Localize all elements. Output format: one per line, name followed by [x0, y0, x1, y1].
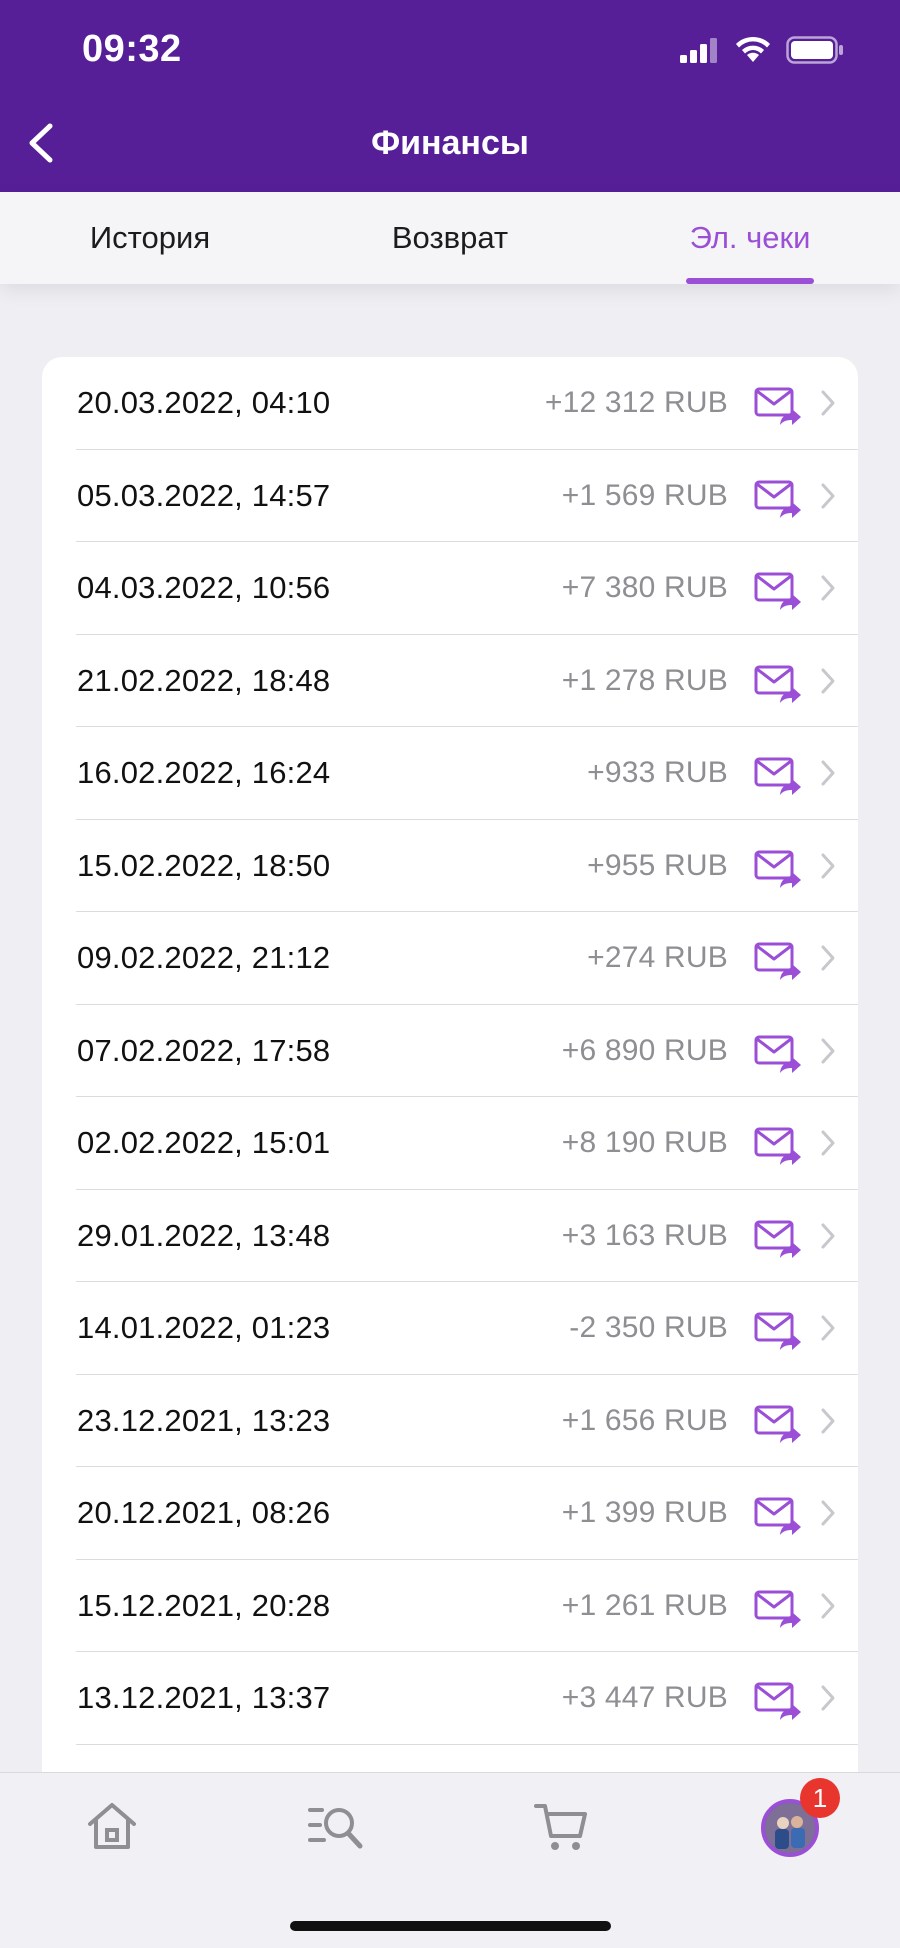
- tab-history[interactable]: История: [50, 192, 250, 284]
- receipt-row[interactable]: 20.12.2021, 08:26 +1 399 RUB: [42, 1467, 858, 1560]
- chevron-right-icon: [821, 1223, 835, 1248]
- receipt-date: 14.01.2022, 01:23: [77, 1310, 331, 1346]
- battery-icon: [786, 36, 843, 64]
- chevron-right-icon: [821, 483, 835, 508]
- chevron-right-icon: [821, 853, 835, 878]
- receipt-row[interactable]: 20.03.2022, 04:10 +12 312 RUB: [42, 357, 858, 450]
- chevron-right-icon: [821, 1500, 835, 1526]
- wifi-icon: [736, 36, 770, 62]
- receipt-date: 02.02.2022, 15:01: [77, 1125, 331, 1161]
- receipt-row[interactable]: 02.02.2022, 15:01 +8 190 RUB: [42, 1097, 858, 1190]
- receipt-row[interactable]: 15.12.2021, 20:28 +1 261 RUB: [42, 1560, 858, 1652]
- receipt-amount: +955 RUB: [587, 848, 728, 882]
- mail-send-icon[interactable]: [754, 848, 802, 892]
- header-bar: 09:32 Финансы: [0, 0, 900, 192]
- mail-send-icon[interactable]: [754, 1495, 802, 1539]
- mail-send-icon[interactable]: [754, 385, 802, 429]
- search-catalog-icon[interactable]: [306, 1796, 366, 1856]
- mail-send-icon[interactable]: [754, 1588, 802, 1632]
- receipt-amount: +1 261 RUB: [561, 1588, 728, 1622]
- chevron-right-icon: [821, 390, 835, 416]
- chevron-right-icon: [821, 1038, 835, 1063]
- receipt-row[interactable]: 13.12.2021, 13:37 +3 447 RUB: [42, 1652, 858, 1745]
- receipt-amount: +1 569 RUB: [561, 478, 728, 512]
- mail-send-icon[interactable]: [754, 940, 802, 984]
- receipt-row[interactable]: 04.03.2022, 10:56 +7 380 RUB: [42, 542, 858, 635]
- receipt-date: 15.02.2022, 18:50: [77, 847, 331, 883]
- mail-send-icon[interactable]: [754, 1033, 802, 1077]
- receipt-amount: +3 447 RUB: [561, 1681, 728, 1715]
- receipt-amount: +933 RUB: [587, 756, 728, 790]
- mail-send-icon[interactable]: [754, 663, 802, 707]
- receipt-amount: +7 380 RUB: [561, 571, 728, 605]
- receipt-date: 05.03.2022, 14:57: [77, 477, 331, 513]
- receipt-row[interactable]: 15.02.2022, 18:50 +955 RUB: [42, 820, 858, 912]
- mail-send-icon[interactable]: [754, 1218, 802, 1262]
- receipt-date: 07.02.2022, 17:58: [77, 1032, 331, 1068]
- mail-send-icon[interactable]: [754, 570, 802, 614]
- receipt-amount: +12 312 RUB: [544, 386, 728, 420]
- receipt-row[interactable]: 05.03.2022, 14:57 +1 569 RUB: [42, 450, 858, 542]
- chevron-right-icon: [821, 1685, 835, 1711]
- receipt-amount: +8 190 RUB: [561, 1126, 728, 1160]
- chevron-right-icon: [821, 575, 835, 601]
- notification-badge: 1: [800, 1778, 840, 1818]
- receipt-date: 23.12.2021, 13:23: [77, 1402, 331, 1438]
- receipt-date: 20.12.2021, 08:26: [77, 1495, 331, 1531]
- chevron-right-icon: [821, 1315, 835, 1341]
- receipt-date: 15.12.2021, 20:28: [77, 1587, 331, 1623]
- status-time: 09:32: [82, 28, 182, 70]
- receipt-date: 29.01.2022, 13:48: [77, 1217, 331, 1253]
- receipt-amount: +6 890 RUB: [561, 1033, 728, 1067]
- receipt-date: 16.02.2022, 16:24: [77, 755, 331, 791]
- receipt-row[interactable]: 16.02.2022, 16:24 +933 RUB: [42, 727, 858, 820]
- receipt-date: 13.12.2021, 13:37: [77, 1680, 331, 1716]
- receipt-row[interactable]: 07.02.2022, 17:58 +6 890 RUB: [42, 1005, 858, 1097]
- status-icons: [680, 34, 844, 66]
- mail-send-icon[interactable]: [754, 1125, 802, 1169]
- receipt-date: 21.02.2022, 18:48: [77, 662, 331, 698]
- cart-icon[interactable]: [532, 1796, 592, 1856]
- tab-refund[interactable]: Возврат: [350, 192, 550, 284]
- receipt-amount: +1 399 RUB: [561, 1496, 728, 1530]
- home-icon[interactable]: [82, 1796, 142, 1856]
- chevron-right-icon: [821, 945, 835, 971]
- home-indicator: [290, 1921, 611, 1931]
- receipt-row[interactable]: 14.01.2022, 01:23 -2 350 RUB: [42, 1282, 858, 1375]
- signal-icon: [680, 38, 717, 63]
- receipt-row[interactable]: 23.12.2021, 13:23 +1 656 RUB: [42, 1375, 858, 1467]
- chevron-right-icon: [821, 1593, 835, 1618]
- receipt-amount: +274 RUB: [587, 941, 728, 975]
- segmented-tabs: История Возврат Эл. чеки: [0, 192, 900, 284]
- receipt-amount: +1 278 RUB: [561, 663, 728, 697]
- receipts-list: 20.03.2022, 04:10 +12 312 RUB 05.03.2022, …: [42, 357, 858, 1777]
- active-tab-indicator: [686, 278, 814, 284]
- receipt-row[interactable]: 09.02.2022, 21:12 +274 RUB: [42, 912, 858, 1005]
- chevron-right-icon: [821, 1130, 835, 1156]
- receipt-amount: +3 163 RUB: [561, 1218, 728, 1252]
- receipt-row[interactable]: 29.01.2022, 13:48 +3 163 RUB: [42, 1190, 858, 1282]
- tab-e-receipts[interactable]: Эл. чеки: [650, 192, 850, 284]
- mail-send-icon[interactable]: [754, 755, 802, 799]
- chevron-right-icon: [821, 668, 835, 693]
- row-divider: [76, 1743, 858, 1745]
- receipt-amount: +1 656 RUB: [561, 1403, 728, 1437]
- chevron-right-icon: [821, 760, 835, 786]
- chevron-right-icon: [821, 1408, 835, 1433]
- receipt-date: 09.02.2022, 21:12: [77, 940, 331, 976]
- receipt-row[interactable]: 21.02.2022, 18:48 +1 278 RUB: [42, 635, 858, 727]
- page-title: Финансы: [371, 124, 529, 162]
- receipt-amount: -2 350 RUB: [569, 1311, 728, 1345]
- receipt-date: 04.03.2022, 10:56: [77, 570, 331, 606]
- mail-send-icon[interactable]: [754, 478, 802, 522]
- mail-send-icon[interactable]: [754, 1680, 802, 1724]
- mail-send-icon[interactable]: [754, 1310, 802, 1354]
- receipt-date: 20.03.2022, 04:10: [77, 385, 331, 421]
- mail-send-icon[interactable]: [754, 1403, 802, 1447]
